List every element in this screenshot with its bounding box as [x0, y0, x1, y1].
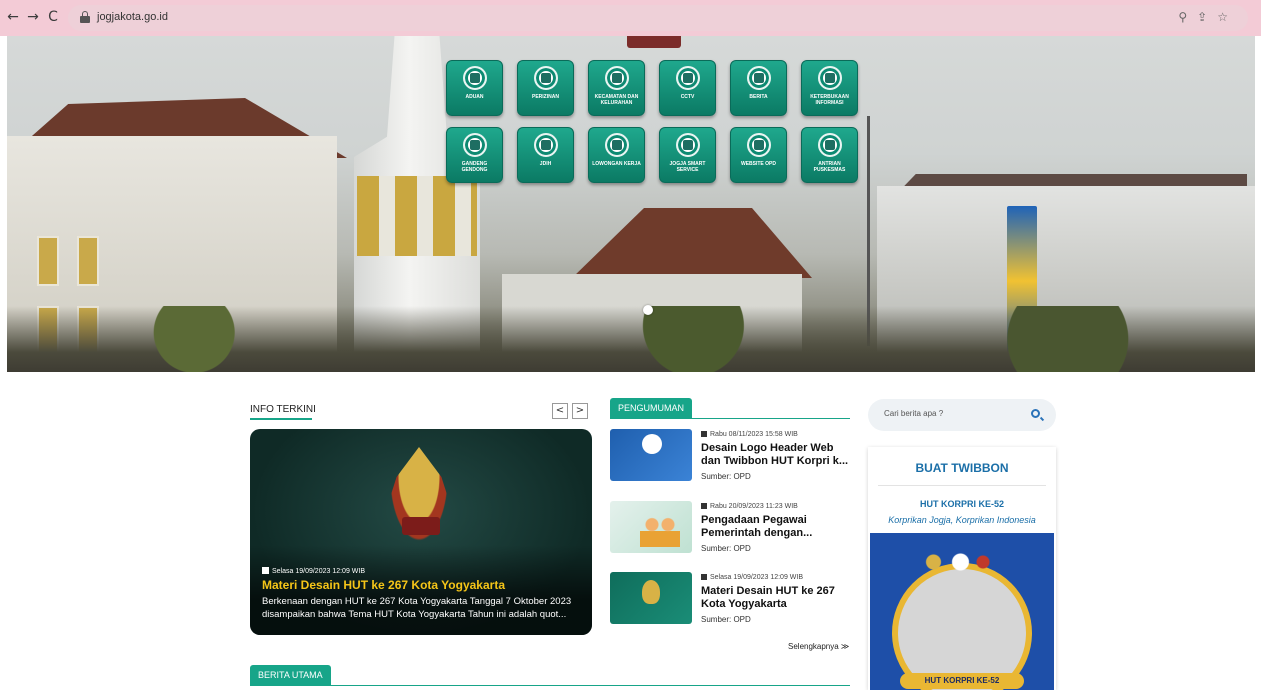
announcement-thumbnail[interactable] [610, 429, 692, 481]
announcement-date: Selasa 19/09/2023 12:09 WIB [701, 574, 803, 581]
reload-icon[interactable]: C [44, 8, 62, 26]
cctv-icon [676, 66, 700, 90]
service-button-aduan[interactable]: ADUAN [446, 60, 503, 116]
anniversary-badge [402, 517, 440, 535]
announcement-item[interactable]: Rabu 08/11/2023 15:58 WIB Desain Logo He… [610, 429, 850, 487]
tugu-ornament [357, 176, 477, 256]
star-icon[interactable]: ☆ [1217, 10, 1238, 24]
twibbon-photo-circle [892, 563, 1032, 690]
announcement-item[interactable]: Rabu 20/09/2023 11:23 WIB Pengadaan Pega… [610, 501, 850, 559]
announcement-title[interactable]: Materi Desain HUT ke 267 Kota Yogyakarta [701, 585, 853, 611]
tab-berita-utama[interactable]: BERITA UTAMA [250, 665, 331, 685]
announcement-source: Sumber: OPD [701, 544, 751, 553]
district-icon [605, 66, 629, 90]
featured-news-card[interactable]: Selasa 19/09/2023 12:09 WIB Materi Desai… [250, 429, 592, 635]
twibbon-tagline: Korprikan Jogja, Korprikan Indonesia [888, 515, 1036, 525]
korpri-logos [920, 553, 1010, 571]
announcement-date: Rabu 08/11/2023 15:58 WIB [701, 431, 798, 438]
info-terkini-underline [250, 418, 312, 420]
announcement-date: Rabu 20/09/2023 11:23 WIB [701, 503, 798, 510]
announcement-title[interactable]: Pengadaan Pegawai Pemerintah dengan... [701, 514, 853, 540]
forward-icon[interactable]: → [24, 8, 42, 26]
service-button-jdih[interactable]: JDIH [517, 127, 574, 183]
twibbon-title[interactable]: BUAT TWIBBON [868, 461, 1056, 475]
search-input[interactable]: Cari berita apa ? [868, 399, 1056, 431]
featured-news-headline[interactable]: Materi Desain HUT ke 267 Kota Yogyakarta [262, 578, 505, 592]
calendar-icon [701, 574, 707, 580]
service-menu: ADUAN PERIZINAN KECAMATAN DAN KELURAHAN … [446, 60, 858, 183]
featured-news-date: Selasa 19/09/2023 12:09 WIB [262, 567, 365, 575]
zoom-icon[interactable]: ⚲ [1178, 10, 1197, 24]
service-button-website-opd[interactable]: WEBSITE OPD [730, 127, 787, 183]
service-button-berita[interactable]: BERITA [730, 60, 787, 116]
calendar-icon [701, 503, 707, 509]
announcement-source: Sumber: OPD [701, 472, 751, 481]
url-text[interactable]: jogjakota.go.id [97, 11, 168, 23]
browser-toolbar: ← → C jogjakota.go.id ⚲⇪☆ [0, 0, 1261, 36]
see-more-link[interactable]: Selengkapnya ≫ [788, 642, 849, 651]
service-button-lowongan[interactable]: LOWONGAN KERJA [588, 127, 645, 183]
hero-trees [7, 306, 1255, 372]
announcement-item[interactable]: Selasa 19/09/2023 12:09 WIB Materi Desai… [610, 572, 850, 630]
service-button-cctv[interactable]: CCTV [659, 60, 716, 116]
service-button-gandeng[interactable]: GANDENG GENDONG [446, 127, 503, 183]
pengumuman-rule [610, 418, 850, 419]
next-button[interactable]: > [572, 403, 588, 419]
twibbon-frame-preview[interactable]: HUT KORPRI KE-52 [870, 533, 1054, 690]
hut-kota-badge [627, 36, 681, 48]
twibbon-divider [878, 485, 1046, 486]
service-button-perizinan[interactable]: PERIZINAN [517, 60, 574, 116]
gandeng-icon [463, 133, 487, 157]
complaint-icon [463, 66, 487, 90]
website-icon [747, 133, 771, 157]
queue-icon [818, 133, 842, 157]
twibbon-banner: HUT KORPRI KE-52 [900, 673, 1024, 689]
share-icon[interactable]: ⇪ [1197, 10, 1217, 24]
omnibox-actions: ⚲⇪☆ [1178, 10, 1238, 24]
prev-button[interactable]: < [552, 403, 568, 419]
tab-pengumuman[interactable]: PENGUMUMAN [610, 398, 693, 418]
carousel-indicator[interactable] [643, 305, 653, 315]
search-placeholder: Cari berita apa ? [884, 409, 944, 418]
featured-news-summary: Berkenaan dengan HUT ke 267 Kota Yogyaka… [262, 596, 572, 620]
hero-building-roof [572, 208, 812, 278]
announcement-title[interactable]: Desain Logo Header Web dan Twibbon HUT K… [701, 442, 853, 468]
calendar-icon [701, 431, 707, 437]
service-button-keterbukaan[interactable]: KETERBUKAAN INFORMASI [801, 60, 858, 116]
hero-banner: ADUAN PERIZINAN KECAMATAN DAN KELURAHAN … [7, 36, 1255, 372]
announcement-thumbnail[interactable] [610, 572, 692, 624]
info-terkini-title: INFO TERKINI [250, 404, 316, 415]
permit-icon [534, 66, 558, 90]
service-button-jss[interactable]: JOGJA SMART SERVICE [659, 127, 716, 183]
jss-icon [676, 133, 700, 157]
search-icon[interactable] [1031, 409, 1040, 418]
lock-icon[interactable] [80, 11, 90, 24]
twibbon-card[interactable]: BUAT TWIBBON HUT KORPRI KE-52 Korprikan … [868, 447, 1056, 690]
news-icon [747, 66, 771, 90]
back-icon[interactable]: ← [4, 8, 22, 26]
jdih-icon [534, 133, 558, 157]
hero-window [77, 236, 99, 286]
service-button-kecamatan[interactable]: KECAMATAN DAN KELURAHAN [588, 60, 645, 116]
berita-utama-rule [250, 685, 850, 686]
service-button-antrian[interactable]: ANTRIAN PUSKESMAS [801, 127, 858, 183]
announcement-source: Sumber: OPD [701, 615, 751, 624]
twibbon-subtitle: HUT KORPRI KE-52 [919, 499, 1004, 509]
info-icon [818, 66, 842, 90]
announcement-thumbnail[interactable] [610, 501, 692, 553]
address-bar[interactable]: jogjakota.go.id ⚲⇪☆ [68, 5, 1248, 31]
calendar-icon [262, 567, 269, 574]
hero-window [37, 236, 59, 286]
job-icon [605, 133, 629, 157]
